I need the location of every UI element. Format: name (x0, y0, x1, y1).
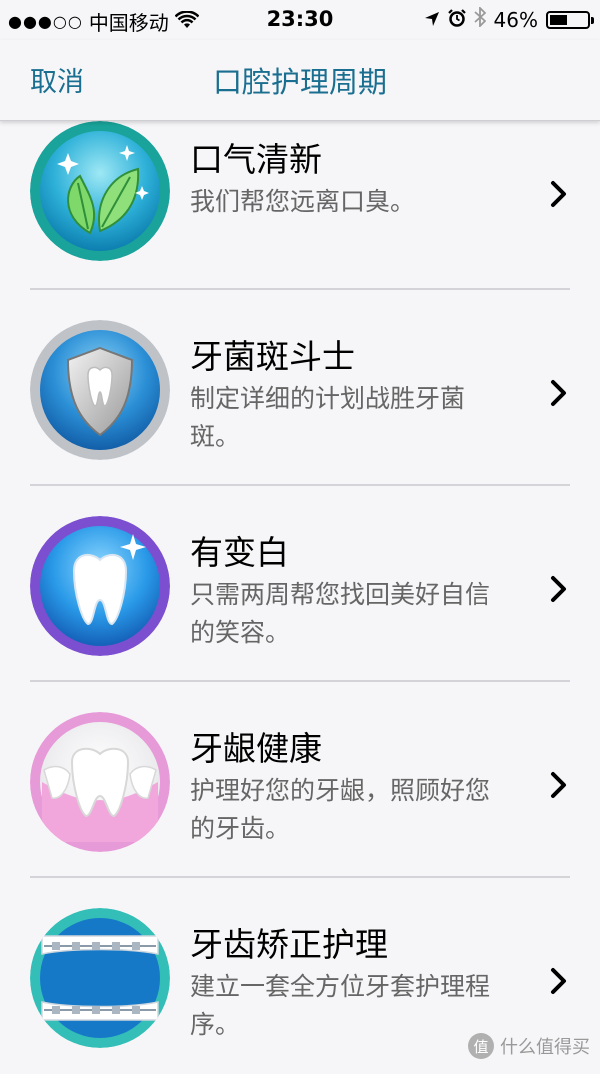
item-title: 牙菌斑斗士 (190, 337, 355, 376)
chevron-right-icon (551, 772, 566, 798)
navigation-bar: 取消 口腔护理周期 (0, 40, 600, 121)
item-title: 有变白 (190, 533, 289, 572)
alarm-clock-icon (447, 8, 466, 32)
watermark: 值 什么值得买 (468, 1033, 590, 1059)
gums-icon (30, 712, 170, 852)
shield-tooth-icon (30, 320, 170, 460)
item-description: 建立一套全方位牙套护理程序。 (190, 972, 491, 1039)
chevron-right-icon (551, 181, 566, 207)
item-description: 护理好您的牙龈，照顾好您的牙齿。 (190, 776, 491, 843)
item-description: 制定详细的计划战胜牙菌斑。 (190, 384, 466, 451)
item-title: 牙齿矫正护理 (190, 925, 388, 964)
chevron-right-icon (551, 380, 566, 406)
watermark-text: 什么值得买 (500, 1037, 590, 1058)
battery-level-fill (550, 14, 567, 25)
chevron-right-icon (551, 576, 566, 602)
item-description: 只需两周帮您找回美好自信的笑容。 (190, 580, 491, 647)
battery-icon (546, 10, 594, 29)
care-cycle-list: 口气清新 我们帮您远离口臭。 牙菌斑斗士 制定详细的计划战胜牙菌斑。 有变白 只… (0, 121, 600, 1074)
battery-percent: 46% (493, 7, 538, 32)
status-bar: ●●●○○ 中国移动 23:30 46% (0, 0, 600, 40)
item-title: 口气清新 (190, 140, 322, 179)
status-right: 46% (424, 5, 594, 32)
page-title: 口腔护理周期 (212, 65, 387, 99)
braces-icon (30, 908, 170, 1048)
mint-leaves-icon (30, 121, 170, 261)
chevron-right-icon (551, 968, 566, 994)
watermark-logo: 值 (468, 1033, 494, 1059)
list-item-plaque-fighter[interactable]: 牙菌斑斗士 制定详细的计划战胜牙菌斑。 (0, 290, 600, 486)
item-title: 牙龈健康 (190, 729, 322, 768)
location-arrow-icon (424, 8, 440, 32)
bluetooth-icon (473, 5, 486, 32)
white-tooth-icon (30, 516, 170, 656)
item-description: 我们帮您远离口臭。 (190, 187, 416, 216)
list-item-gum-health[interactable]: 牙龈健康 护理好您的牙龈，照顾好您的牙齿。 (0, 682, 600, 878)
list-item-fresh-breath[interactable]: 口气清新 我们帮您远离口臭。 (0, 121, 600, 290)
list-item-whitening[interactable]: 有变白 只需两周帮您找回美好自信的笑容。 (0, 486, 600, 682)
